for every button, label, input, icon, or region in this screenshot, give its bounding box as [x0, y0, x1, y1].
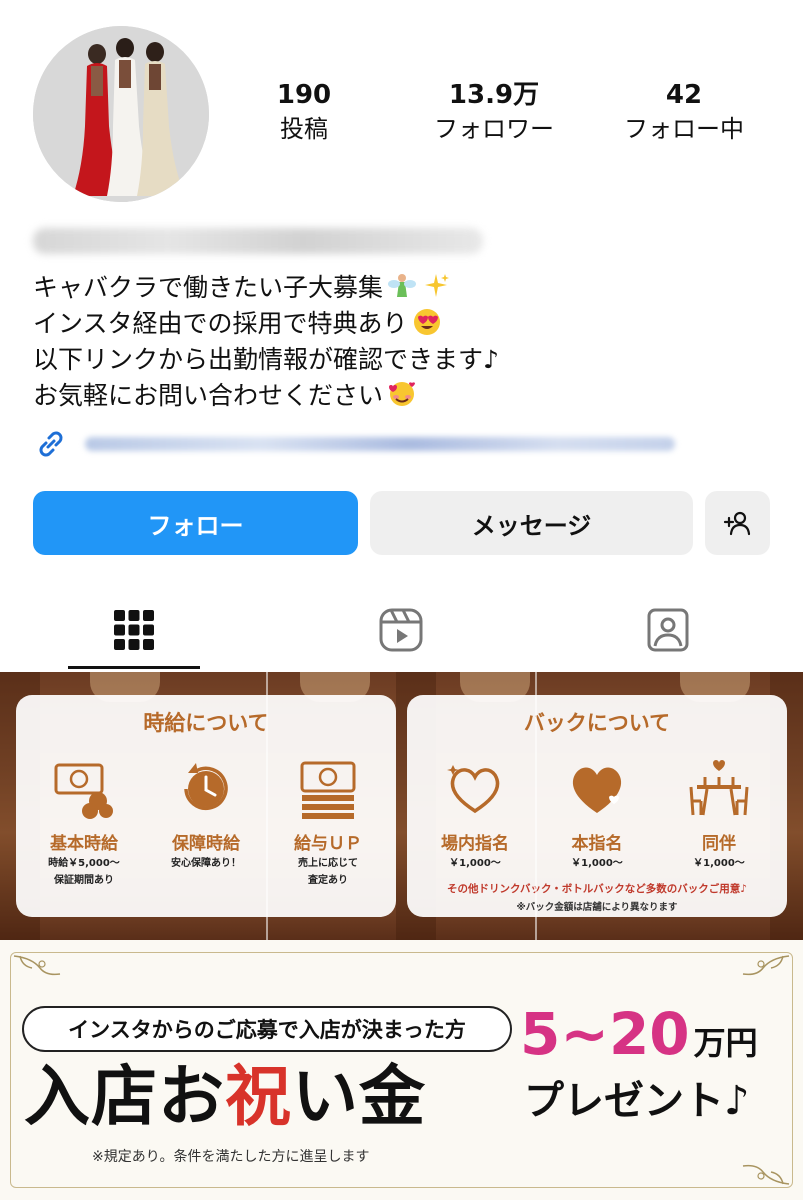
- profile-avatar[interactable]: [33, 26, 209, 202]
- stat-followers[interactable]: 13.9万 フォロワー: [414, 80, 574, 146]
- stat-following[interactable]: 42 フォロー中: [604, 80, 764, 146]
- blurred-profile-name: [33, 228, 483, 254]
- headline-red-part: 祝: [225, 1058, 292, 1135]
- feature-pay-raise: 給与ＵＰ 売上に応じて 査定あり: [270, 757, 386, 888]
- cash-stack-icon: [300, 761, 356, 819]
- back-pay-title: バックについて: [407, 707, 787, 737]
- bio-line-2: インスタ経由での採用で特典あり: [33, 306, 773, 342]
- suggest-users-button[interactable]: [705, 491, 770, 555]
- posts-count: 190: [276, 80, 332, 110]
- feature-sub: 保証期間あり: [54, 875, 114, 886]
- feature-name: 保障時給: [172, 834, 240, 854]
- add-person-icon: [723, 511, 750, 536]
- feature-sub: 査定あり: [308, 875, 348, 886]
- feature-companion: 同伴 ￥1,000〜: [661, 757, 777, 871]
- reels-icon: [379, 608, 423, 652]
- followers-count: 13.9万: [448, 80, 540, 110]
- hourly-wage-title: 時給について: [16, 707, 396, 737]
- feature-sub: ￥1,000〜: [571, 858, 623, 869]
- tab-reels[interactable]: [331, 590, 471, 670]
- clock-arrow-icon: [184, 763, 228, 811]
- grid-icon: [114, 610, 154, 650]
- profile-tabs: [0, 590, 803, 674]
- ornament-corner-icon: [742, 955, 790, 976]
- dinner-table-icon: [689, 760, 749, 816]
- tagged-person-icon: [647, 608, 689, 652]
- feature-name: 同伴: [702, 834, 736, 854]
- ornament-corner-icon: [13, 955, 61, 976]
- bio-line-3: 以下リンクから出勤情報が確認できます♪: [33, 345, 499, 374]
- heart-outline-icon: [447, 765, 500, 814]
- active-tab-indicator: [68, 666, 200, 669]
- bonus-disclaimer: ※規定あり。条件を満たした方に進呈します: [92, 1149, 370, 1165]
- feature-sub: 売上に応じて: [298, 858, 358, 869]
- bonus-amount-unit: 万円: [693, 1024, 758, 1062]
- posts-label: 投稿: [280, 115, 328, 143]
- hourly-wage-card: 時給について 基本時給 時給￥5,000〜 保証期間あり 保障時給 安心保障あり…: [16, 695, 396, 917]
- avatar-image: [33, 26, 209, 202]
- bio-text-1: キャバクラで働きたい子大募集: [33, 273, 384, 302]
- feature-main-nomination: 本指名 ￥1,000〜: [539, 757, 655, 871]
- feature-sub: ￥1,000〜: [693, 858, 745, 869]
- back-pay-note: その他ドリンクバック・ボトルバックなど多数のバックご用意♪: [447, 883, 747, 895]
- feature-name: 場内指名: [441, 834, 509, 854]
- heart-filled-icon: [572, 767, 622, 813]
- headline-part-1: 入店お: [24, 1058, 225, 1135]
- back-pay-card: バックについて 場内指名 ￥1,000〜 本指名 ￥1,000〜 同伴 ￥1,0…: [407, 695, 787, 917]
- fairy-icon: [388, 274, 417, 297]
- ornament-corner-icon: [742, 1164, 790, 1185]
- grid-divider: [535, 672, 537, 940]
- back-pay-disclaimer: ※バック金額は店舗により異なります: [516, 902, 678, 913]
- follow-button[interactable]: フォロー: [33, 491, 358, 555]
- bonus-present-label: プレゼント♪: [524, 1078, 750, 1124]
- feature-sub: ￥1,000〜: [449, 858, 501, 869]
- feature-guaranteed-wage: 保障時給 安心保障あり！: [148, 757, 264, 871]
- bio-line-4: お気軽にお問い合わせください: [33, 378, 773, 414]
- feature-base-wage: 基本時給 時給￥5,000〜 保証期間あり: [26, 757, 142, 888]
- bonus-amount: 5~20 万円: [520, 1002, 758, 1075]
- stat-posts[interactable]: 190 投稿: [224, 80, 384, 146]
- link-icon: [39, 431, 63, 457]
- followers-label: フォロワー: [434, 115, 554, 143]
- money-coins-icon: [54, 763, 113, 819]
- bio-text-4: お気軽にお問い合わせください: [33, 381, 384, 410]
- tab-tagged[interactable]: [598, 590, 738, 670]
- following-count: 42: [665, 80, 703, 110]
- blurred-link-text: [85, 437, 675, 451]
- grid-divider: [266, 672, 268, 940]
- banner-tagline: インスタからのご応募で入店が決まった方: [22, 1006, 512, 1052]
- following-label: フォロー中: [624, 115, 744, 143]
- smiling-hearts-emoji-icon: [389, 382, 416, 406]
- feature-sub: 安心保障あり！: [171, 858, 241, 869]
- message-button[interactable]: メッセージ: [370, 491, 693, 555]
- feature-name: 本指名: [571, 834, 623, 854]
- feature-name: 基本時給: [50, 834, 118, 854]
- profile-bio: キャバクラで働きたい子大募集 インスタ経由での採用で特典あり 以下リンクから出勤…: [33, 270, 773, 414]
- feature-in-store-nomination: 場内指名 ￥1,000〜: [417, 757, 533, 871]
- profile-link[interactable]: [33, 424, 675, 464]
- tab-posts-grid[interactable]: [64, 590, 204, 670]
- bonus-amount-value: 5~20: [520, 1000, 690, 1068]
- headline-part-2: い金: [292, 1058, 426, 1135]
- feature-name: 給与ＵＰ: [294, 834, 362, 854]
- bio-text-2: インスタ経由での採用で特典あり: [33, 309, 408, 338]
- bio-line-1: キャバクラで働きたい子大募集: [33, 270, 773, 306]
- feature-sub: 時給￥5,000〜: [48, 858, 120, 869]
- banner-headline: 入店お祝い金: [24, 1054, 426, 1140]
- sparkles-icon: [425, 274, 450, 297]
- heart-eyes-emoji-icon: [413, 309, 440, 335]
